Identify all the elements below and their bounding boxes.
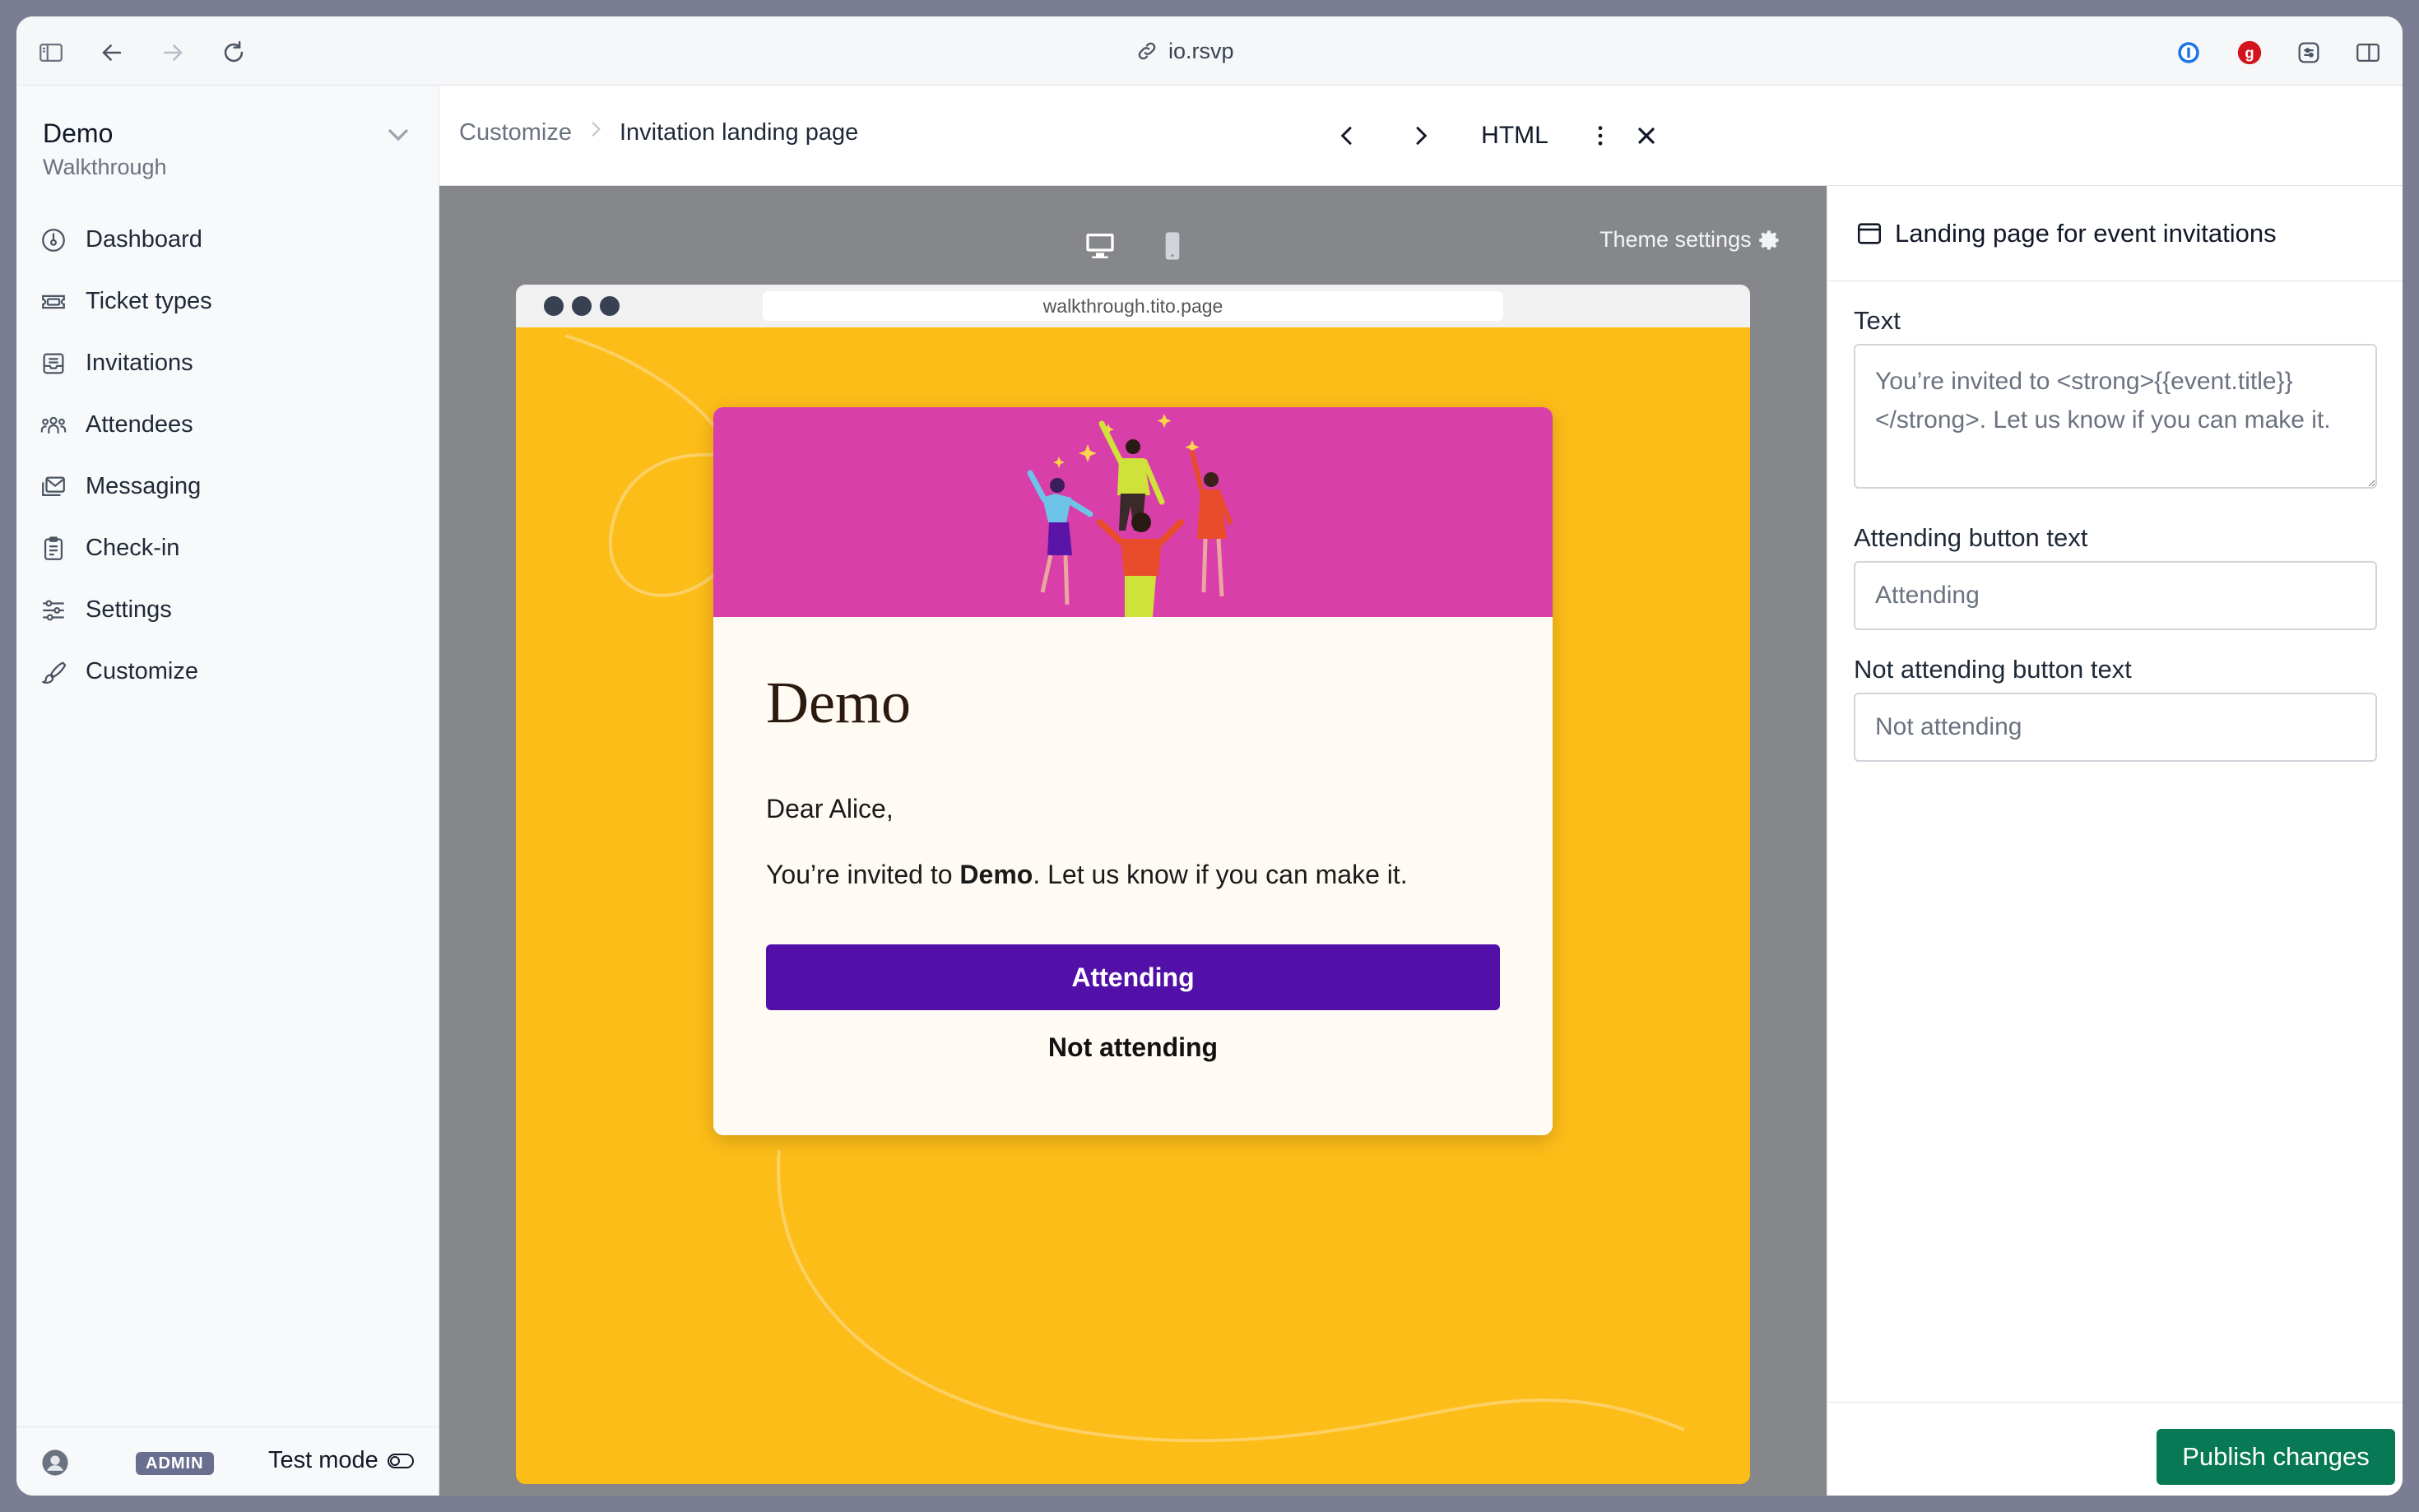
- forward-icon[interactable]: [156, 36, 189, 69]
- landing-page-preview: Demo Dear Alice, You’re invited to Demo.…: [516, 327, 1750, 1484]
- browser-window-icon: [1857, 222, 1882, 244]
- address-text: io.rsvp: [1168, 38, 1234, 63]
- admin-badge: ADMIN: [136, 1452, 214, 1475]
- text-field-label: Text: [1854, 306, 1901, 335]
- test-mode-label: Test mode: [268, 1447, 378, 1473]
- app-window: io.rsvp g Demo Walkthrough Dashboard Tic…: [16, 16, 2403, 1496]
- html-button[interactable]: HTML: [1470, 115, 1560, 156]
- breadcrumb-current: Invitation landing page: [620, 118, 859, 146]
- sidebar-item-messaging[interactable]: Messaging: [36, 456, 423, 517]
- window-dot: [544, 296, 564, 316]
- panel-footer: Publish changes: [1827, 1402, 2403, 1496]
- sidebar-item-settings[interactable]: Settings: [36, 579, 423, 641]
- split-view-icon[interactable]: [2352, 36, 2384, 69]
- breadcrumb-customize[interactable]: Customize: [459, 119, 572, 146]
- sidebar-item-label: Ticket types: [86, 288, 212, 314]
- sidebar-item-ticket-types[interactable]: Ticket types: [36, 271, 423, 332]
- org-subtitle: Walkthrough: [43, 155, 167, 179]
- reload-icon[interactable]: [217, 36, 250, 69]
- panel-title: Landing page for event invitations: [1895, 218, 2277, 248]
- sidebar-footer: ADMIN Test mode: [16, 1426, 439, 1496]
- attending-button-text-input[interactable]: [1854, 561, 2377, 630]
- celebration-illustration: [1027, 414, 1233, 617]
- more-options-icon[interactable]: [1580, 115, 1621, 156]
- gear-icon: [1758, 230, 1779, 250]
- panel-header: Landing page for event invitations: [1827, 186, 2403, 281]
- sidebar-item-label: Messaging: [86, 473, 202, 499]
- attending-button[interactable]: Attending: [766, 944, 1500, 1010]
- publish-changes-button[interactable]: Publish changes: [2157, 1429, 2395, 1485]
- back-icon[interactable]: [95, 36, 128, 69]
- sliders-icon: [43, 600, 64, 620]
- sidebar-item-check-in[interactable]: Check-in: [36, 517, 423, 579]
- chevron-left-icon: [1340, 127, 1352, 145]
- sidebar-item-invitations[interactable]: Invitations: [36, 332, 423, 394]
- sidebar-item-attendees[interactable]: Attendees: [36, 394, 423, 456]
- test-mode-toggle[interactable]: Test mode: [268, 1447, 415, 1474]
- people-icon: [40, 416, 67, 434]
- sidebar-item-label: Dashboard: [86, 226, 202, 253]
- window-dot: [600, 296, 620, 316]
- previous-button[interactable]: [1326, 115, 1367, 156]
- chevron-right-icon: [1416, 127, 1428, 145]
- sidebar: Demo Walkthrough Dashboard Ticket types …: [16, 86, 439, 1496]
- sidebar-toggle-icon[interactable]: [35, 36, 67, 69]
- mail-icon: [42, 476, 65, 496]
- org-name[interactable]: Demo: [43, 118, 113, 149]
- chevron-down-icon[interactable]: [382, 118, 415, 151]
- text-textarea[interactable]: You’re invited to <strong>{{event.title}…: [1854, 344, 2377, 489]
- mobile-preview-icon[interactable]: [1152, 227, 1193, 265]
- extension-icon[interactable]: [2292, 36, 2325, 69]
- sidebar-item-customize[interactable]: Customize: [36, 641, 423, 703]
- sidebar-item-label: Invitations: [86, 350, 193, 376]
- avatar-icon[interactable]: [41, 1449, 69, 1477]
- sidebar-item-label: Attendees: [86, 411, 193, 438]
- close-icon[interactable]: [1626, 115, 1667, 156]
- preview-area: Theme settings walkthrough.tito.page Dem…: [439, 186, 1827, 1496]
- theme-settings-button[interactable]: Theme settings: [1600, 227, 1781, 253]
- chevron-right-icon: [585, 118, 606, 146]
- invitation-card: Demo Dear Alice, You’re invited to Demo.…: [713, 407, 1553, 1135]
- message-event-name: Demo: [959, 860, 1033, 889]
- event-title: Demo: [766, 670, 911, 735]
- theme-settings-label: Theme settings: [1600, 227, 1752, 252]
- window-dot: [572, 296, 592, 316]
- not-attending-button[interactable]: Not attending: [766, 1023, 1500, 1072]
- password-manager-icon[interactable]: [2172, 36, 2205, 69]
- attending-field-label: Attending button text: [1854, 523, 2088, 552]
- hero-banner: [713, 407, 1553, 617]
- settings-panel: Landing page for event invitations Text …: [1827, 186, 2403, 1496]
- greeting-text: Dear Alice,: [766, 794, 894, 823]
- desktop-preview-icon[interactable]: [1079, 227, 1121, 265]
- browser-toolbar: io.rsvp g: [16, 16, 2403, 86]
- next-button[interactable]: [1400, 115, 1442, 156]
- mock-browser-window: walkthrough.tito.page Demo Dear Alice, Y…: [516, 285, 1750, 1484]
- breadcrumb: Customize Invitation landing page: [459, 118, 858, 146]
- mock-browser-bar: walkthrough.tito.page: [516, 285, 1750, 327]
- sidebar-nav: Dashboard Ticket types Invitations Atten…: [36, 209, 423, 703]
- invitation-message: You’re invited to Demo. Let us know if y…: [766, 860, 1408, 890]
- grammar-extension-icon[interactable]: g: [2233, 36, 2266, 69]
- sidebar-item-label: Check-in: [86, 535, 180, 561]
- link-icon: [1138, 42, 1156, 60]
- message-before: You’re invited to: [766, 860, 960, 889]
- address-bar[interactable]: io.rsvp: [1135, 35, 1234, 67]
- sidebar-item-dashboard[interactable]: Dashboard: [36, 209, 423, 271]
- ticket-icon: [42, 295, 65, 308]
- toggle-off-icon: [387, 1453, 414, 1468]
- sidebar-item-label: Settings: [86, 596, 172, 623]
- brush-icon: [42, 661, 67, 684]
- editor-header: Customize Invitation landing page HTML: [439, 86, 2403, 186]
- inbox-icon: [43, 353, 64, 373]
- sidebar-item-label: Customize: [86, 658, 198, 684]
- clipboard-icon: [44, 536, 63, 560]
- message-after: . Let us know if you can make it.: [1033, 860, 1408, 889]
- dashboard-icon: [42, 228, 65, 252]
- not-attending-field-label: Not attending button text: [1854, 655, 2132, 684]
- svg-text:g: g: [2245, 44, 2254, 61]
- mock-address-bar: walkthrough.tito.page: [763, 291, 1503, 321]
- not-attending-button-text-input[interactable]: [1854, 693, 2377, 762]
